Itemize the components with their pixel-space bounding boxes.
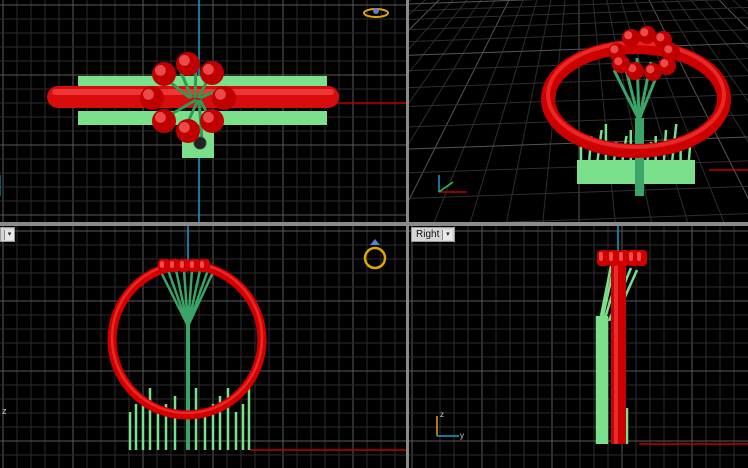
viewport-top[interactable] — [0, 0, 406, 222]
viewport-front[interactable]: z ▾ — [0, 226, 406, 468]
view-dropdown-icon[interactable]: ▾ — [442, 229, 453, 240]
view-label: Right — [416, 229, 440, 240]
y-axis-label: y — [460, 431, 464, 440]
viewport-divider-vertical[interactable] — [406, 0, 409, 468]
perspective-grid — [409, 0, 748, 222]
z-axis-label: z — [440, 410, 444, 419]
view-dropdown-icon[interactable]: ▾ — [4, 229, 14, 240]
axis-gizmo-icon — [438, 175, 467, 193]
viewport-perspective[interactable] — [409, 0, 748, 222]
top-view-canvas — [0, 0, 406, 222]
viewport-divider-horizontal[interactable] — [0, 222, 748, 226]
view-dropdown[interactable]: ▾ — [0, 227, 15, 242]
z-axis-label: z — [2, 406, 7, 416]
right-view-canvas: z y — [409, 226, 748, 468]
front-view-canvas: z — [0, 226, 406, 468]
viewport-right[interactable]: z y Right ▾ — [409, 226, 748, 468]
perspective-view-canvas — [409, 0, 748, 222]
axis-gizmo-icon: z y — [436, 410, 464, 440]
ring-model-right — [595, 250, 647, 444]
ring-model-front — [107, 259, 267, 450]
view-dropdown[interactable]: Right ▾ — [411, 227, 456, 242]
